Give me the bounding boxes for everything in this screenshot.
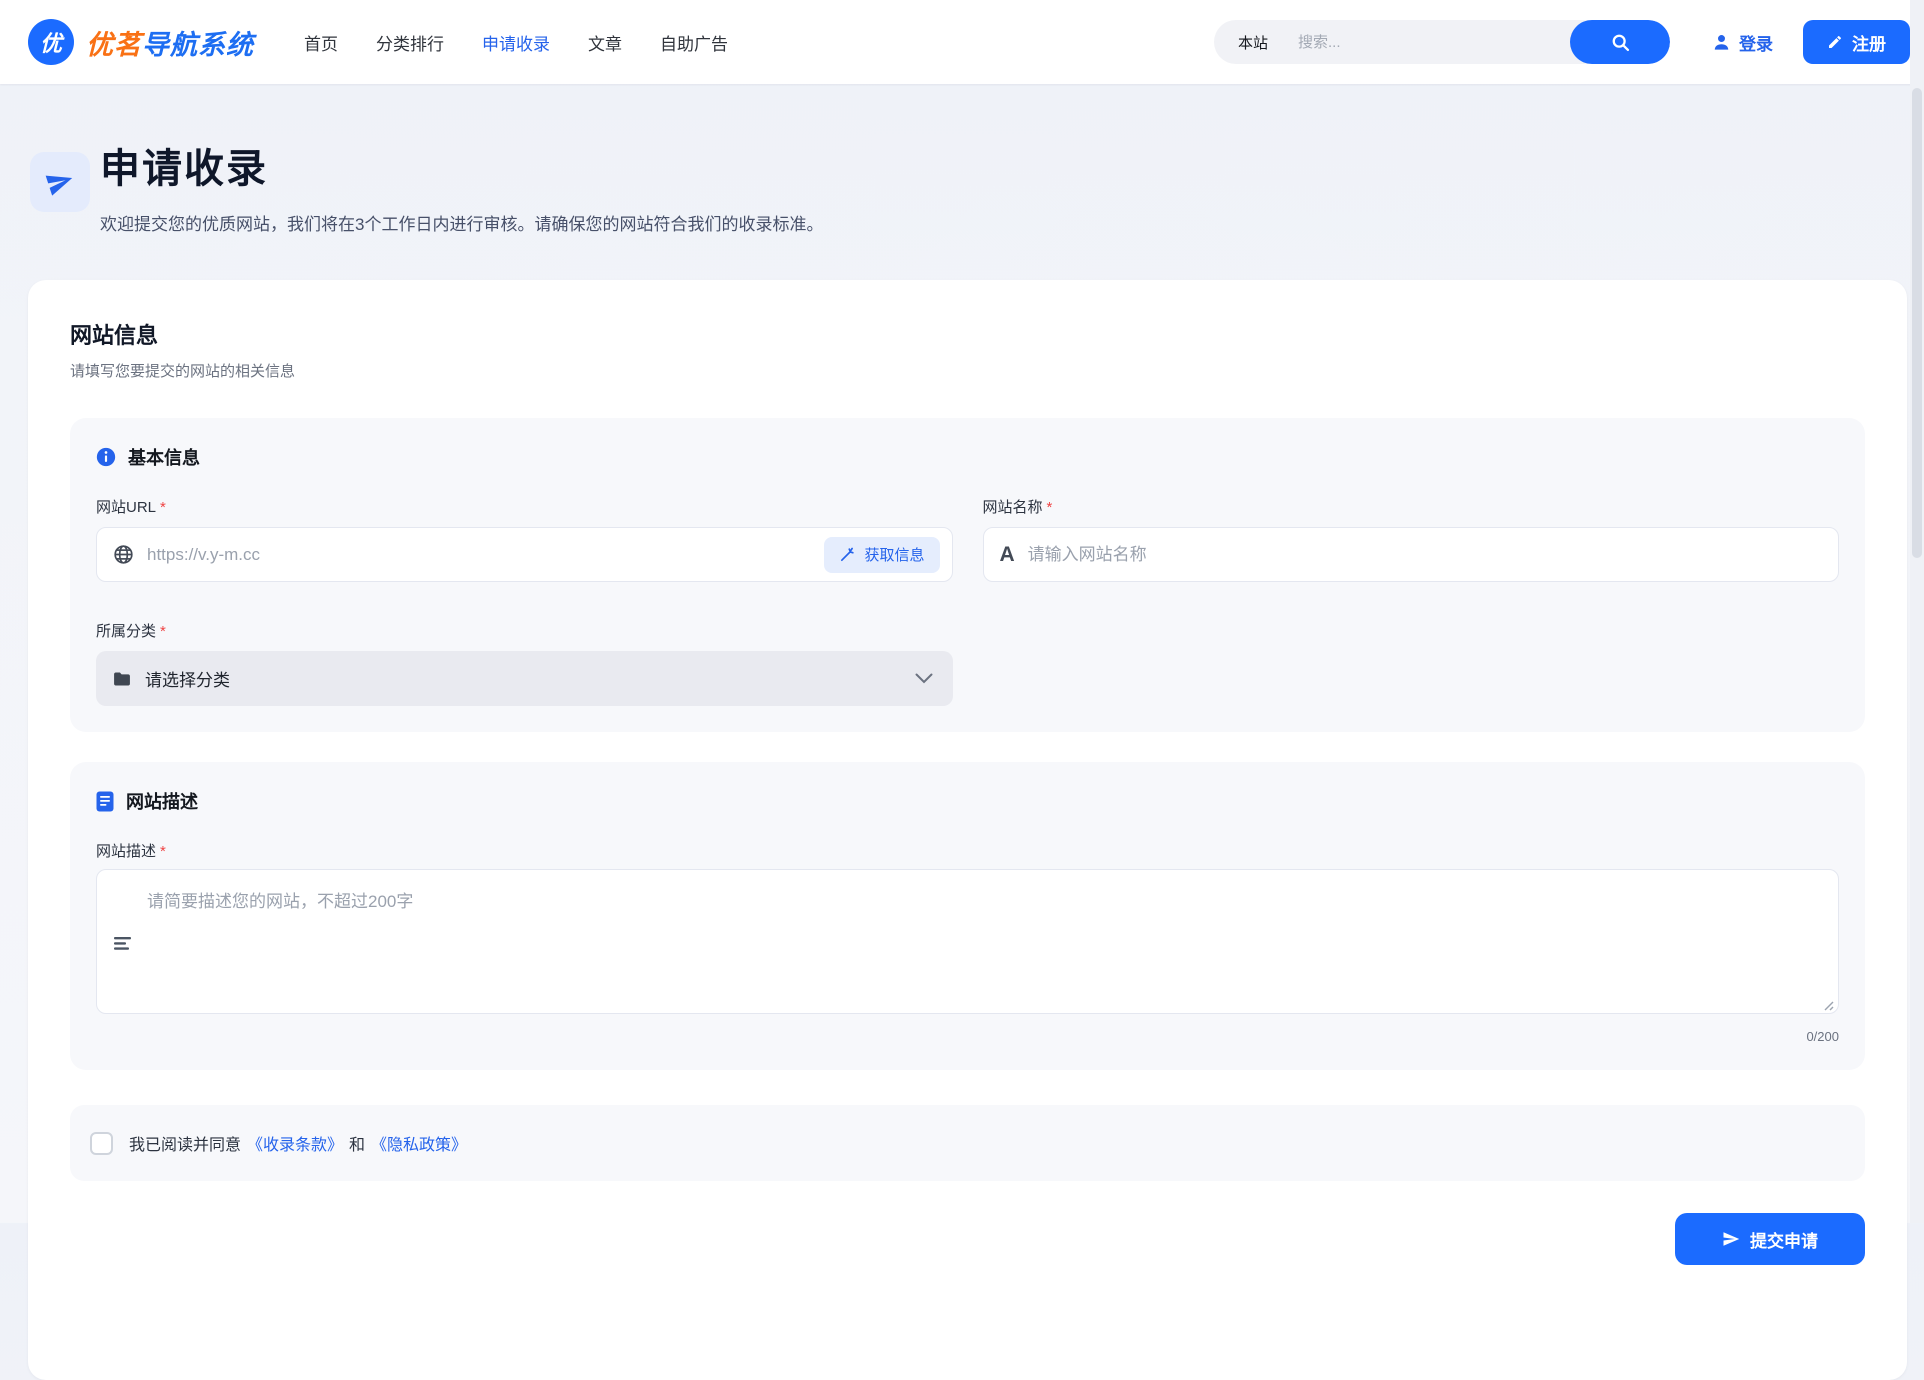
url-input-box: 获取信息 [96,527,953,582]
brand-title[interactable]: 优茗导航系统 [86,23,254,62]
top-navbar: 优 优茗导航系统 首页 分类排行 申请收录 文章 自助广告 本站 登录 [0,0,1924,84]
search-button[interactable] [1570,20,1670,64]
wand-icon [839,546,856,563]
agreement-prefix: 我已阅读并同意 [129,1131,241,1155]
category-selected-value: 请选择分类 [145,666,230,691]
paper-plane-icon [1722,1230,1740,1248]
pencil-icon [1827,34,1843,50]
field-category: 所属分类* 请选择分类 [96,620,953,706]
description-title: 网站描述 [126,788,198,814]
document-icon [96,791,114,812]
description-header: 网站描述 [96,788,1839,814]
nav-item-self-ads[interactable]: 自助广告 [660,30,728,55]
submit-button[interactable]: 提交申请 [1675,1213,1865,1265]
basic-info-panel: 基本信息 网站URL* [70,418,1865,732]
category-label-row: 所属分类* [96,620,953,641]
required-asterisk: * [160,843,166,860]
user-icon [1712,33,1731,52]
nav-item-home[interactable]: 首页 [304,30,338,55]
submit-row: 提交申请 [70,1213,1865,1265]
agreement-conjunction: 和 [349,1131,365,1155]
required-asterisk: * [160,499,166,516]
form-card: 网站信息 请填写您要提交的网站的相关信息 基本信息 网站URL* [28,280,1907,1380]
description-label-row: 网站描述* [96,840,1839,861]
register-label: 注册 [1852,30,1886,55]
name-label: 网站名称 [983,499,1043,516]
name-label-row: 网站名称* [983,496,1840,517]
privacy-link[interactable]: 《隐私政策》 [371,1131,467,1155]
description-textarea[interactable] [96,869,1839,1014]
section-title: 网站信息 [70,318,1865,350]
required-asterisk: * [1047,499,1053,516]
description-label: 网站描述 [96,843,156,860]
globe-icon [113,544,134,565]
fetch-info-button[interactable]: 获取信息 [824,537,939,573]
fetch-info-label: 获取信息 [864,544,924,565]
url-label-row: 网站URL* [96,496,953,517]
field-website-url: 网站URL* [96,496,953,582]
logo-badge-icon[interactable]: 优 [28,19,74,65]
section-subtitle: 请填写您要提交的网站的相关信息 [70,360,1865,381]
required-asterisk: * [160,623,166,640]
login-button[interactable]: 登录 [1712,30,1773,55]
terms-link[interactable]: 《收录条款》 [247,1131,343,1155]
category-select[interactable]: 请选择分类 [96,651,953,706]
field-website-name: 网站名称* A [983,496,1840,582]
search-scope-select[interactable]: 本站 [1238,32,1268,53]
submit-label: 提交申请 [1750,1227,1818,1252]
chevron-down-icon [915,673,933,684]
brand-part-2: 导航系统 [142,30,254,60]
logo-badge-glyph: 优 [40,26,62,58]
url-label: 网站URL [96,499,156,516]
nav-item-category-ranking[interactable]: 分类排行 [376,30,444,55]
basic-info-title: 基本信息 [128,444,200,470]
name-input-box: A [983,527,1840,582]
resize-handle-icon[interactable] [1822,999,1834,1011]
main-nav: 首页 分类排行 申请收录 文章 自助广告 [304,30,728,55]
hero-icon-tile [30,152,90,212]
description-textarea-wrap [96,869,1839,1019]
nav-item-articles[interactable]: 文章 [588,30,622,55]
page-subtitle: 欢迎提交您的优质网站，我们将在3个工作日内进行审核。请确保您的网站符合我们的收录… [100,210,823,235]
paper-plane-icon [46,168,74,196]
login-label: 登录 [1739,30,1773,55]
char-counter: 0/200 [96,1029,1839,1044]
letter-a-icon: A [1000,543,1015,567]
search-bar: 本站 [1214,20,1670,64]
agreement-text: 我已阅读并同意 《收录条款》 和 《隐私政策》 [129,1131,473,1155]
agreement-checkbox[interactable] [90,1132,113,1155]
register-button[interactable]: 注册 [1803,20,1910,64]
description-panel: 网站描述 网站描述* 0/200 [70,762,1865,1070]
hero-text: 申请收录 欢迎提交您的优质网站，我们将在3个工作日内进行审核。请确保您的网站符合… [100,136,823,235]
basic-info-header: 基本信息 [96,444,1839,470]
url-input[interactable] [147,545,936,565]
agreement-panel: 我已阅读并同意 《收录条款》 和 《隐私政策》 [70,1105,1865,1181]
scrollbar-track[interactable] [1910,0,1924,1223]
folder-icon [112,669,132,689]
brand-part-1: 优茗 [86,30,142,60]
info-icon [96,447,116,467]
page-title: 申请收录 [100,136,823,194]
category-label: 所属分类 [96,623,156,640]
scrollbar-thumb[interactable] [1912,88,1922,558]
nav-item-apply-inclusion[interactable]: 申请收录 [482,30,550,55]
search-icon [1610,32,1631,53]
search-input[interactable] [1298,34,1570,51]
align-lines-icon [114,937,133,951]
page-hero: 申请收录 欢迎提交您的优质网站，我们将在3个工作日内进行审核。请确保您的网站符合… [0,84,1924,280]
site-name-input[interactable] [1028,545,1822,565]
